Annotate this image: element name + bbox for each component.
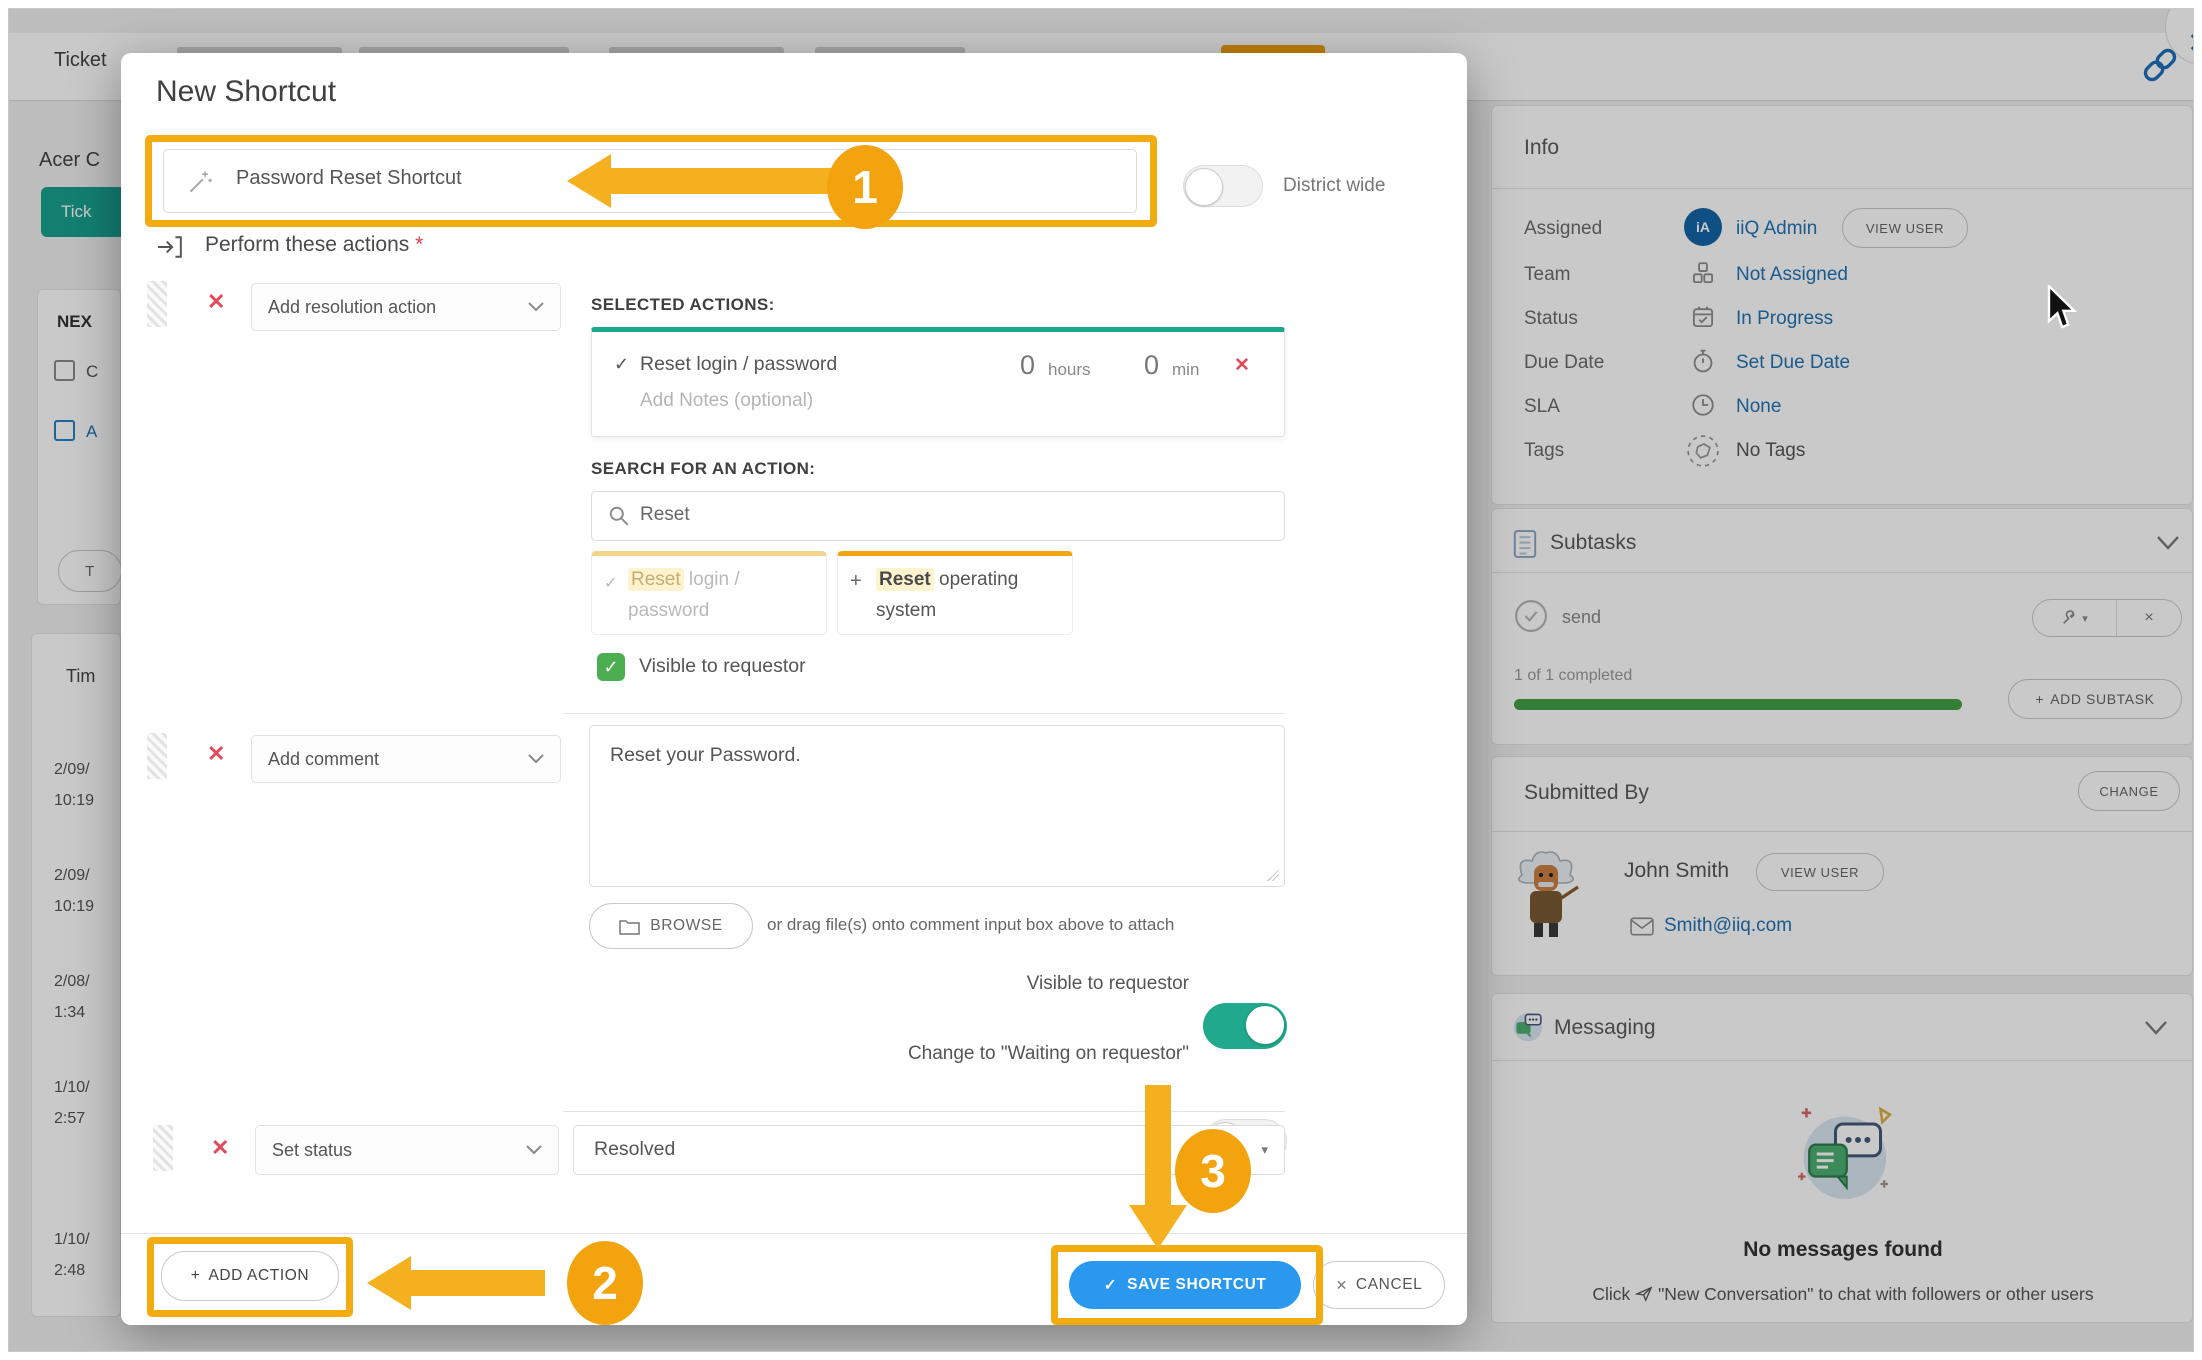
divider (563, 713, 1285, 714)
annotation-highlight-add-action: + ADD ACTION (147, 1237, 353, 1317)
minutes-unit: min (1172, 360, 1199, 380)
annotation-arrow-1 (567, 154, 611, 208)
check-icon: ✓ (603, 657, 618, 678)
search-rest: login / (689, 569, 740, 590)
perform-actions-heading: Perform these actions * (205, 233, 423, 257)
action-type-value: Set status (272, 1140, 352, 1161)
cancel-button[interactable]: ✕ CANCEL (1313, 1261, 1445, 1309)
visible-to-requestor-label: Visible to requestor (639, 655, 806, 678)
search-highlight: Reset (628, 568, 684, 591)
screenshot-frame: Ticket ✕ Acer C Tick NEX C A T Tim 2/09/… (0, 0, 2202, 1360)
annotation-highlight-save: ✓ SAVE SHORTCUT (1051, 1245, 1323, 1325)
search-highlight: Reset (876, 568, 934, 591)
caret-down-icon[interactable]: ▾ (1261, 1142, 1268, 1158)
visible-to-requestor-checkbox[interactable]: ✓ (597, 653, 625, 681)
chevron-down-icon (526, 1145, 542, 1155)
save-label: SAVE SHORTCUT (1127, 1276, 1266, 1294)
search-rest: system (876, 600, 936, 621)
required-asterisk: * (415, 233, 423, 256)
chevron-down-icon (528, 302, 544, 312)
waiting-toggle-label: Change to "Waiting on requestor" (681, 1043, 1189, 1065)
comment-value: Reset your Password. (610, 744, 801, 767)
remove-action-button[interactable]: ✕ (207, 743, 225, 765)
annotation-arrow-3 (1129, 1205, 1187, 1249)
perform-actions-icon (157, 235, 183, 259)
selected-action-name: Reset login / password (640, 353, 837, 376)
plus-icon: + (191, 1267, 201, 1285)
search-result-addable[interactable]: + Reset operating system (837, 551, 1073, 635)
action-type-dropdown[interactable]: Add comment (251, 735, 561, 783)
add-action-button[interactable]: + ADD ACTION (161, 1251, 339, 1301)
mouse-cursor (2043, 285, 2079, 333)
divider (563, 1111, 1285, 1112)
selected-actions-heading: SELECTED ACTIONS: (591, 295, 775, 315)
selected-actions-box: ✓ Reset login / password Add Notes (opti… (591, 327, 1285, 437)
district-wide-toggle[interactable] (1183, 165, 1263, 207)
cancel-label: CANCEL (1356, 1276, 1422, 1294)
attach-hint: or drag file(s) onto comment input box a… (767, 915, 1174, 935)
action-type-value: Add comment (268, 749, 379, 770)
search-result-selected[interactable]: ✓ Reset login / password (591, 551, 827, 635)
hours-value-input[interactable]: 0 (1020, 350, 1035, 381)
remove-action-button[interactable]: ✕ (207, 291, 225, 313)
action-search-input[interactable]: Reset (591, 491, 1285, 541)
add-action-label: ADD ACTION (208, 1267, 309, 1285)
action-type-dropdown[interactable]: Add resolution action (251, 283, 561, 331)
modal-footer-divider (121, 1233, 1467, 1234)
new-shortcut-modal: New Shortcut Password Reset Shortcut 1 D… (121, 53, 1467, 1325)
search-query-value: Reset (640, 504, 690, 526)
folder-icon (619, 918, 640, 935)
browse-label: BROWSE (650, 917, 723, 935)
search-rest: password (628, 600, 709, 621)
action-type-dropdown[interactable]: Set status (255, 1125, 559, 1175)
drag-handle[interactable] (147, 281, 167, 327)
annotation-badge-3: 3 (1175, 1129, 1251, 1213)
annotation-arrow-1-shaft (611, 168, 833, 194)
search-result-text: Reset operating system (876, 564, 1066, 626)
plus-icon: + (850, 566, 862, 597)
district-wide-label: District wide (1283, 175, 1385, 197)
modal-title: New Shortcut (156, 75, 336, 109)
save-shortcut-button[interactable]: ✓ SAVE SHORTCUT (1069, 1261, 1301, 1309)
visible-toggle-label: Visible to requestor (821, 973, 1189, 995)
annotation-badge-1: 1 (827, 145, 903, 229)
comment-textarea[interactable]: Reset your Password. (589, 725, 1285, 887)
search-rest: operating (939, 569, 1018, 590)
hours-unit: hours (1048, 360, 1091, 380)
resize-handle[interactable] (1267, 869, 1279, 881)
status-select-value: Resolved (594, 1138, 675, 1161)
drag-handle[interactable] (147, 733, 167, 779)
remove-action-button[interactable]: ✕ (211, 1137, 229, 1159)
search-icon (608, 505, 630, 527)
annotation-arrow-2-shaft (411, 1270, 545, 1296)
search-action-heading: SEARCH FOR AN ACTION: (591, 459, 815, 479)
check-icon: ✓ (614, 354, 629, 375)
annotation-arrow-3-shaft (1145, 1085, 1171, 1207)
visible-to-requestor-toggle[interactable] (1203, 1003, 1287, 1049)
minutes-value-input[interactable]: 0 (1144, 350, 1159, 381)
drag-handle[interactable] (153, 1125, 173, 1171)
annotation-badge-2: 2 (567, 1241, 643, 1325)
perform-actions-label: Perform these actions (205, 233, 409, 256)
app-window: Ticket ✕ Acer C Tick NEX C A T Tim 2/09/… (8, 8, 2194, 1352)
notes-placeholder[interactable]: Add Notes (optional) (640, 390, 813, 412)
browse-files-button[interactable]: BROWSE (589, 903, 753, 949)
chevron-down-icon (528, 754, 544, 764)
close-icon: ✕ (1336, 1277, 1348, 1294)
check-icon: ✓ (1104, 1276, 1118, 1295)
check-icon: ✓ (604, 568, 617, 599)
remove-selected-action-button[interactable]: ✕ (1234, 356, 1250, 375)
action-type-value: Add resolution action (268, 297, 436, 318)
search-result-text: Reset login / password (628, 564, 818, 626)
annotation-arrow-2 (367, 1256, 411, 1310)
